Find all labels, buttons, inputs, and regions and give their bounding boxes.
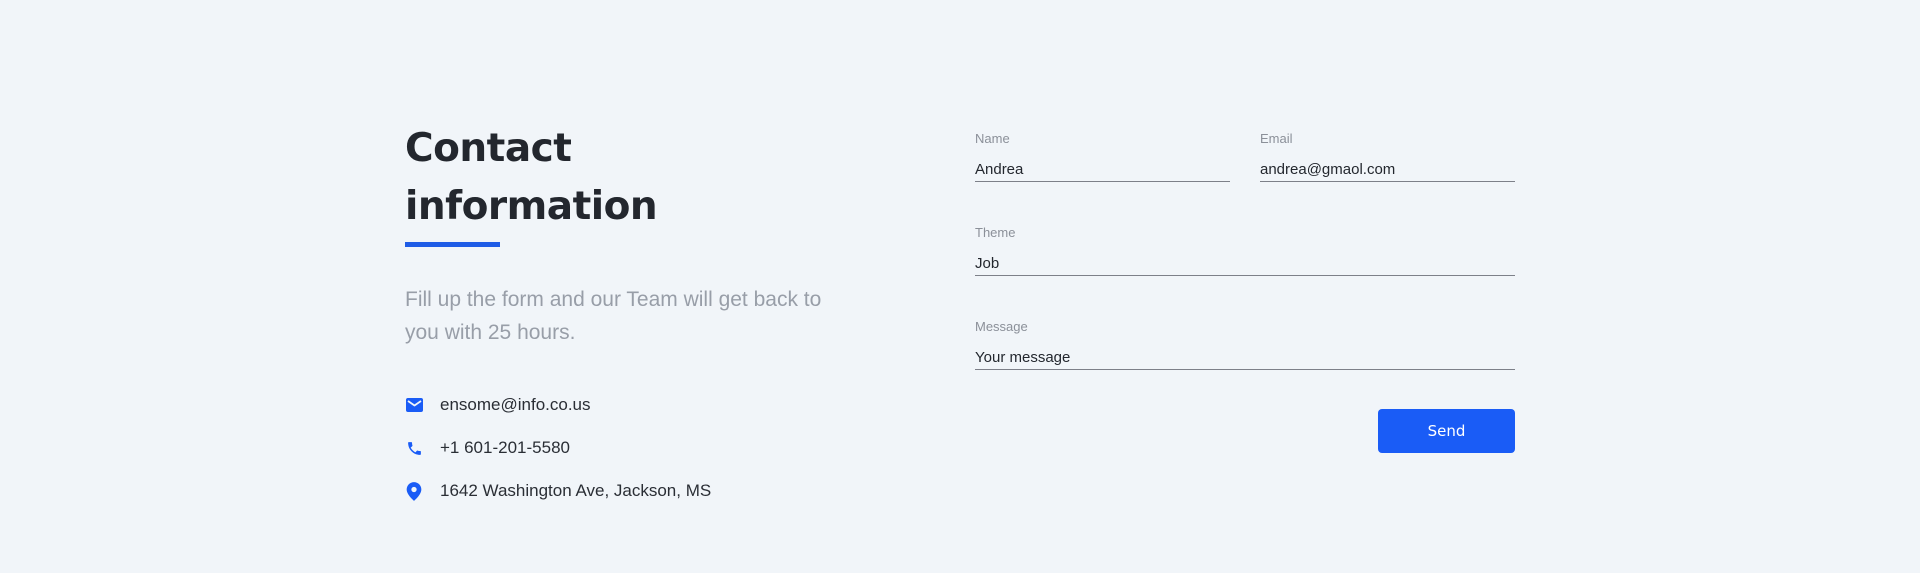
theme-input[interactable]	[975, 252, 1515, 276]
email-field-group: Email	[1260, 131, 1515, 182]
phone-icon	[405, 439, 423, 457]
contact-subtitle: Fill up the form and our Team will get b…	[405, 288, 822, 344]
page-title: Contact information	[405, 126, 658, 229]
contact-phone-text: +1 601-201-5580	[440, 438, 570, 457]
contact-info-panel: Contact information Fill up the form and…	[405, 120, 825, 520]
name-field-group: Name	[975, 131, 1230, 182]
contact-item-address[interactable]: 1642 Washington Ave, Jackson, MS	[405, 477, 825, 505]
contact-address-text: 1642 Washington Ave, Jackson, MS	[440, 481, 712, 500]
message-field-group: Message	[975, 319, 1515, 370]
send-button[interactable]: Send	[1378, 409, 1515, 453]
name-label: Name	[975, 131, 1010, 146]
contact-item-email[interactable]: ensome@info.co.us	[405, 391, 825, 419]
message-label: Message	[975, 319, 1028, 334]
title-underline	[405, 242, 500, 247]
email-input[interactable]	[1260, 158, 1515, 182]
theme-label: Theme	[975, 225, 1016, 240]
contact-section: Contact information Fill up the form and…	[0, 0, 1920, 573]
mail-icon	[405, 396, 423, 414]
email-label: Email	[1260, 131, 1293, 146]
contact-email-text: ensome@info.co.us	[440, 395, 591, 414]
location-pin-icon	[405, 481, 423, 501]
name-input[interactable]	[975, 158, 1230, 182]
contact-item-phone[interactable]: +1 601-201-5580	[405, 434, 825, 462]
message-input[interactable]	[975, 346, 1515, 370]
contact-list: ensome@info.co.us +1 601-201-5580 1642 W…	[405, 391, 825, 505]
theme-field-group: Theme	[975, 225, 1515, 276]
